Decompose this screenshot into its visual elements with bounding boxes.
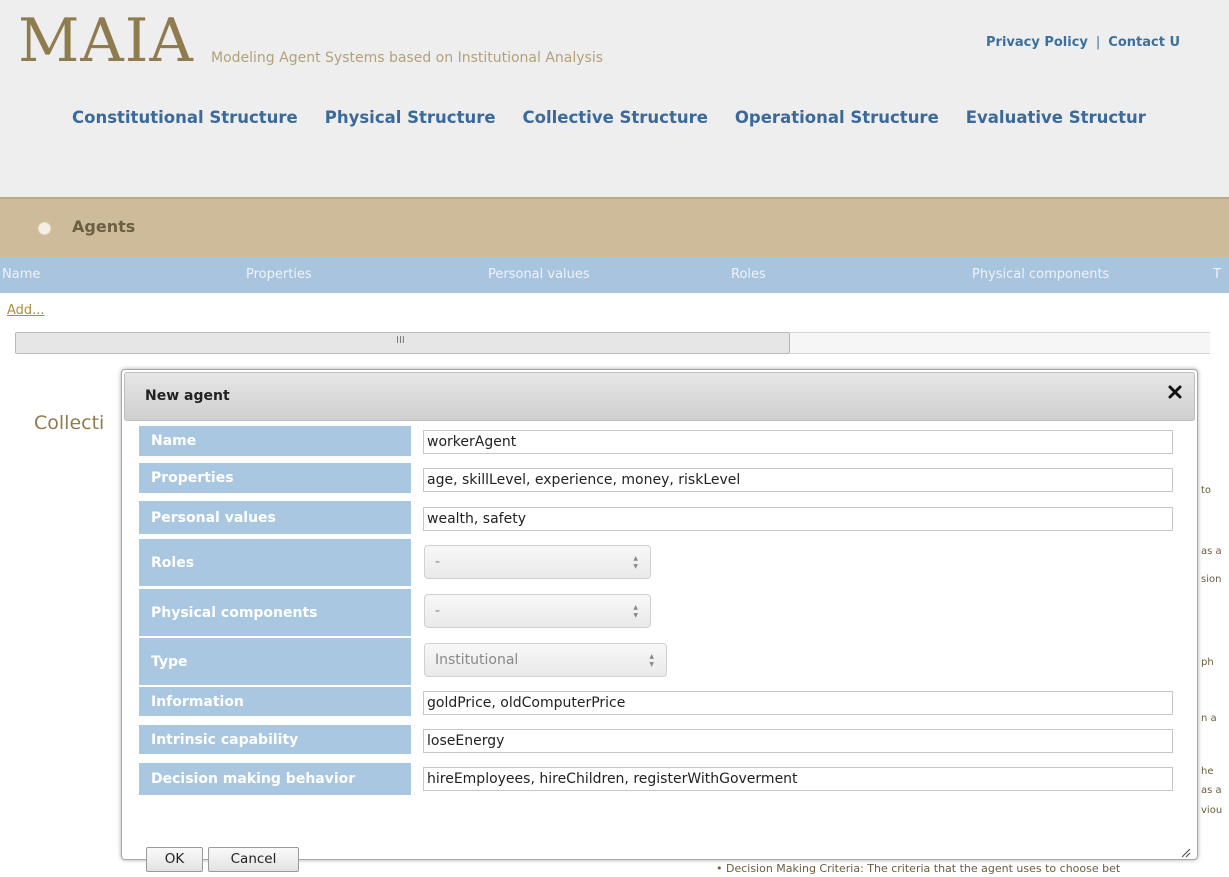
contact-link[interactable]: Contact U (1108, 35, 1180, 50)
ok-button[interactable]: OK (146, 847, 203, 872)
background-text-fragment: to (1201, 485, 1212, 496)
column-physical-components: Physical components (972, 267, 1110, 282)
nav-evaluative-structure[interactable]: Evaluative Structur (966, 108, 1146, 127)
field-label-personal-values: Personal values (139, 501, 411, 534)
agents-radio-icon[interactable] (38, 222, 51, 235)
roles-select[interactable]: - ▲ ▼ (424, 545, 651, 579)
nav-physical-structure[interactable]: Physical Structure (325, 108, 496, 127)
site-tagline: Modeling Agent Systems based on Institut… (211, 50, 604, 66)
field-label-name: Name (139, 426, 411, 456)
resize-grip-icon[interactable] (1181, 843, 1191, 858)
column-properties: Properties (246, 267, 312, 282)
column-roles: Roles (731, 267, 766, 282)
field-label-properties: Properties (139, 463, 411, 493)
nav-collective-structure[interactable]: Collective Structure (523, 108, 708, 127)
column-personal-values: Personal values (488, 267, 590, 282)
column-name: Name (2, 267, 41, 282)
type-select[interactable]: Institutional ▲ ▼ (424, 643, 667, 677)
maia-logo[interactable]: MAIA (18, 6, 194, 76)
cancel-button[interactable]: Cancel (208, 847, 299, 872)
scrollbar-track[interactable] (790, 332, 1210, 354)
collection-heading: Collecti (34, 412, 105, 434)
select-arrows-icon: ▲ ▼ (633, 604, 638, 619)
type-select-value: Institutional (435, 652, 519, 668)
decision-making-behavior-input[interactable] (423, 767, 1173, 791)
dialog-titlebar[interactable]: New agent (124, 372, 1195, 421)
field-label-intrinsic-capability: Intrinsic capability (139, 725, 411, 754)
top-links: Privacy Policy | Contact U (986, 35, 1180, 50)
background-text-fragment: viou (1201, 805, 1223, 816)
field-label-information: Information (139, 687, 411, 716)
new-agent-dialog: New agent Name Properties Personal value… (121, 369, 1198, 872)
nav-operational-structure[interactable]: Operational Structure (735, 108, 939, 127)
field-label-physical-components: Physical components (139, 589, 411, 636)
intrinsic-capability-input[interactable] (423, 729, 1173, 753)
information-input[interactable] (423, 691, 1173, 715)
field-label-decision-making-behavior: Decision making behavior (139, 763, 411, 795)
main-nav: Constitutional Structure Physical Structu… (72, 108, 1173, 134)
background-text-fragment: as a (1201, 785, 1222, 796)
name-input[interactable] (423, 430, 1173, 454)
select-arrows-icon: ▲ ▼ (649, 653, 654, 668)
link-separator: | (1095, 35, 1101, 50)
horizontal-scrollbar[interactable]: III (15, 332, 790, 354)
page: MAIA Modeling Agent Systems based on Ins… (0, 0, 1229, 877)
field-label-type: Type (139, 638, 411, 685)
background-text-fragment: sion (1201, 574, 1222, 585)
nav-constitutional-structure[interactable]: Constitutional Structure (72, 108, 298, 127)
scrollbar-grip[interactable]: III (396, 335, 405, 346)
column-type: T (1213, 267, 1221, 282)
background-text-fragment: he (1201, 766, 1214, 777)
properties-input[interactable] (423, 468, 1173, 492)
select-arrows-icon: ▲ ▼ (633, 555, 638, 570)
roles-select-value: - (435, 554, 441, 570)
privacy-policy-link[interactable]: Privacy Policy (986, 35, 1088, 50)
agents-section-title: Agents (72, 217, 136, 236)
decision-criteria-text: • Decision Making Criteria: The criteria… (716, 862, 1121, 875)
background-text-fragment: n a (1201, 713, 1217, 724)
site-header: MAIA Modeling Agent Systems based on Ins… (0, 0, 1229, 197)
personal-values-input[interactable] (423, 507, 1173, 531)
field-label-roles: Roles (139, 539, 411, 586)
background-text-fragment: ph (1201, 657, 1214, 668)
agents-section-bar[interactable]: Agents (0, 197, 1229, 259)
dialog-title: New agent (145, 388, 230, 404)
add-agent-link[interactable]: Add... (7, 303, 45, 318)
physical-components-select-value: - (435, 603, 441, 619)
agents-table-header: Name Properties Personal values Roles Ph… (0, 257, 1229, 293)
background-text-fragment: as a (1201, 546, 1222, 557)
close-icon[interactable] (1167, 384, 1183, 400)
physical-components-select[interactable]: - ▲ ▼ (424, 594, 651, 628)
